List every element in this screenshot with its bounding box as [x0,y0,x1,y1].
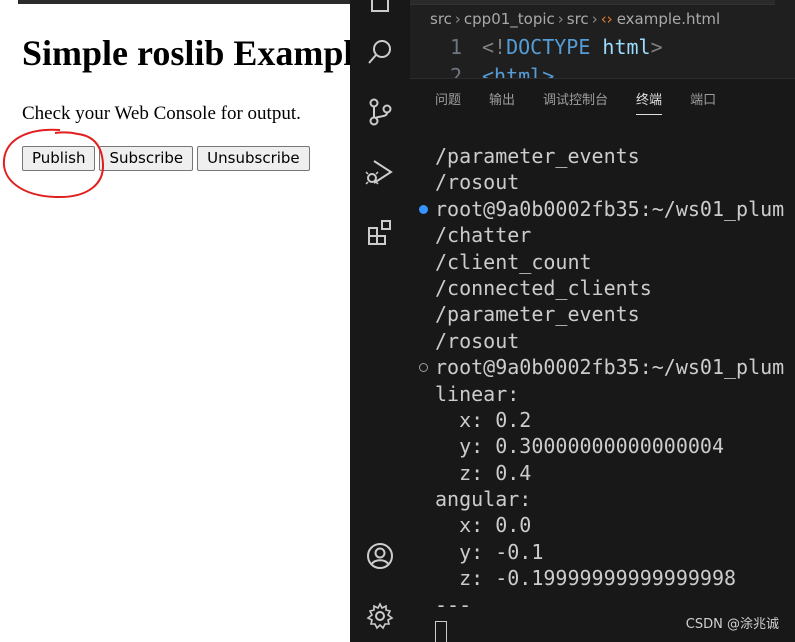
terminal-line-text: /parameter_events [435,144,640,168]
code-token: > [650,35,663,59]
breadcrumb-item[interactable]: example.html [617,10,721,28]
terminal-line-text: y: -0.1 [435,539,544,564]
code-line[interactable]: 1 <!DOCTYPE html> [430,35,663,59]
terminal-line: root@9a0b0002fb35:~/ws01_plum [410,354,795,380]
source-control-icon[interactable] [364,96,396,128]
terminal-line: linear: [410,381,795,407]
terminal-line-text: /chatter [435,223,532,248]
terminal-line: /rosout [410,169,795,195]
terminal-line: /parameter_events [410,301,795,327]
terminal-line-text: z: -0.19999999999999998 [435,566,737,591]
terminal-line: /chatter [410,222,795,248]
terminal-line-text: angular: [435,487,532,512]
terminal-line-text: x: 0.2 [435,407,532,432]
terminal-line-text: z: 0.4 [435,460,532,485]
terminal-line: z: -0.19999999999999998 [410,565,795,591]
html-file-icon: ‹› [600,10,613,28]
breadcrumb-item[interactable]: src [430,10,452,28]
browser-page: Simple roslib Example Check your Web Con… [0,0,350,642]
terminal-line: /parameter_events [410,143,795,169]
search-icon[interactable] [364,36,396,68]
terminal-line-text: /client_count [435,249,592,274]
command-pending-dot-icon[interactable] [419,363,428,373]
red-annotation-circle [2,128,105,199]
terminal-line-text: /rosout [435,170,520,195]
command-success-dot-icon[interactable] [419,204,428,214]
tab-terminal[interactable]: 终端 [636,89,663,115]
explorer-icon[interactable] [364,0,396,18]
code-token: <html> [482,64,555,78]
breadcrumb-item[interactable]: src [567,10,589,28]
page-title: Simple roslib Example [22,33,350,73]
line-number: 1 [449,35,463,59]
editor-tab-strip [410,0,775,5]
browser-top-edge [18,0,350,4]
terminal-line-text: --- [435,592,472,617]
terminal-line: y: -0.1 [410,539,795,565]
chevron-right-icon: › [591,10,598,28]
code-token: DOCTYPE [506,35,591,59]
terminal-line: /connected_clients [410,275,795,301]
terminal-line-text: y: 0.30000000000000004 [435,434,724,459]
terminal-line-text: /connected_clients [435,275,652,300]
line-number: 2 [449,64,463,78]
tab-problems[interactable]: 问题 [435,89,461,115]
breadcrumb: src › cpp01_topic › src › ‹› example.html [430,10,720,28]
terminal-line: /rosout [410,328,795,354]
tab-output[interactable]: 输出 [489,89,515,115]
subscribe-button[interactable]: Subscribe [99,146,194,171]
code-token: html [590,35,651,59]
terminal-line: x: 0.0 [410,512,795,538]
extensions-icon[interactable] [364,216,396,248]
code-token: <! [482,35,507,59]
run-debug-icon[interactable] [364,156,396,188]
terminal-line-text: /parameter_events [435,302,640,327]
breadcrumb-item[interactable]: cpp01_topic [464,10,555,28]
terminal-line-text: x: 0.0 [435,513,532,538]
terminal-line: x: 0.2 [410,407,795,433]
tab-debug-console[interactable]: 调试控制台 [543,89,608,115]
terminal-output[interactable]: /parameter_events/rosout root@9a0b0002fb3… [410,143,795,642]
terminal-line-text: root@9a0b0002fb35:~/ws01_plum [435,196,785,221]
chevron-right-icon: › [454,10,461,28]
instruction-text: Check your Web Console for output. [22,103,301,124]
terminal-cursor [435,620,447,642]
settings-icon[interactable] [364,600,396,632]
terminal-line: z: 0.4 [410,460,795,486]
terminal-line: y: 0.30000000000000004 [410,433,795,459]
terminal-line: /client_count [410,249,795,275]
code-line-partial: 2 <html> [430,64,554,78]
terminal-line-text: /rosout [435,328,520,353]
terminal-line: angular: [410,486,795,512]
terminal-line-text: root@9a0b0002fb35:~/ws01_plum [435,355,785,380]
unsubscribe-button[interactable]: Unsubscribe [197,146,310,171]
terminal-line: root@9a0b0002fb35:~/ws01_plum [410,196,795,222]
terminal-line-text: linear: [435,381,520,406]
chevron-right-icon: › [557,10,564,28]
account-icon[interactable] [364,540,396,572]
tab-ports[interactable]: 端口 [690,89,716,115]
panel-tabs: 问题 输出 调试控制台 终端 端口 [435,89,744,115]
watermark: CSDN @涂兆诚 [685,617,779,632]
editor-area: src › cpp01_topic › src › ‹› example.html 1 <!DO… [410,0,795,78]
activity-bar [350,0,410,642]
vscode-window: src › cpp01_topic › src › ‹› example.html 1 <!DO… [350,0,795,642]
bottom-panel: 问题 输出 调试控制台 终端 端口 /parameter_events/roso… [410,78,795,642]
